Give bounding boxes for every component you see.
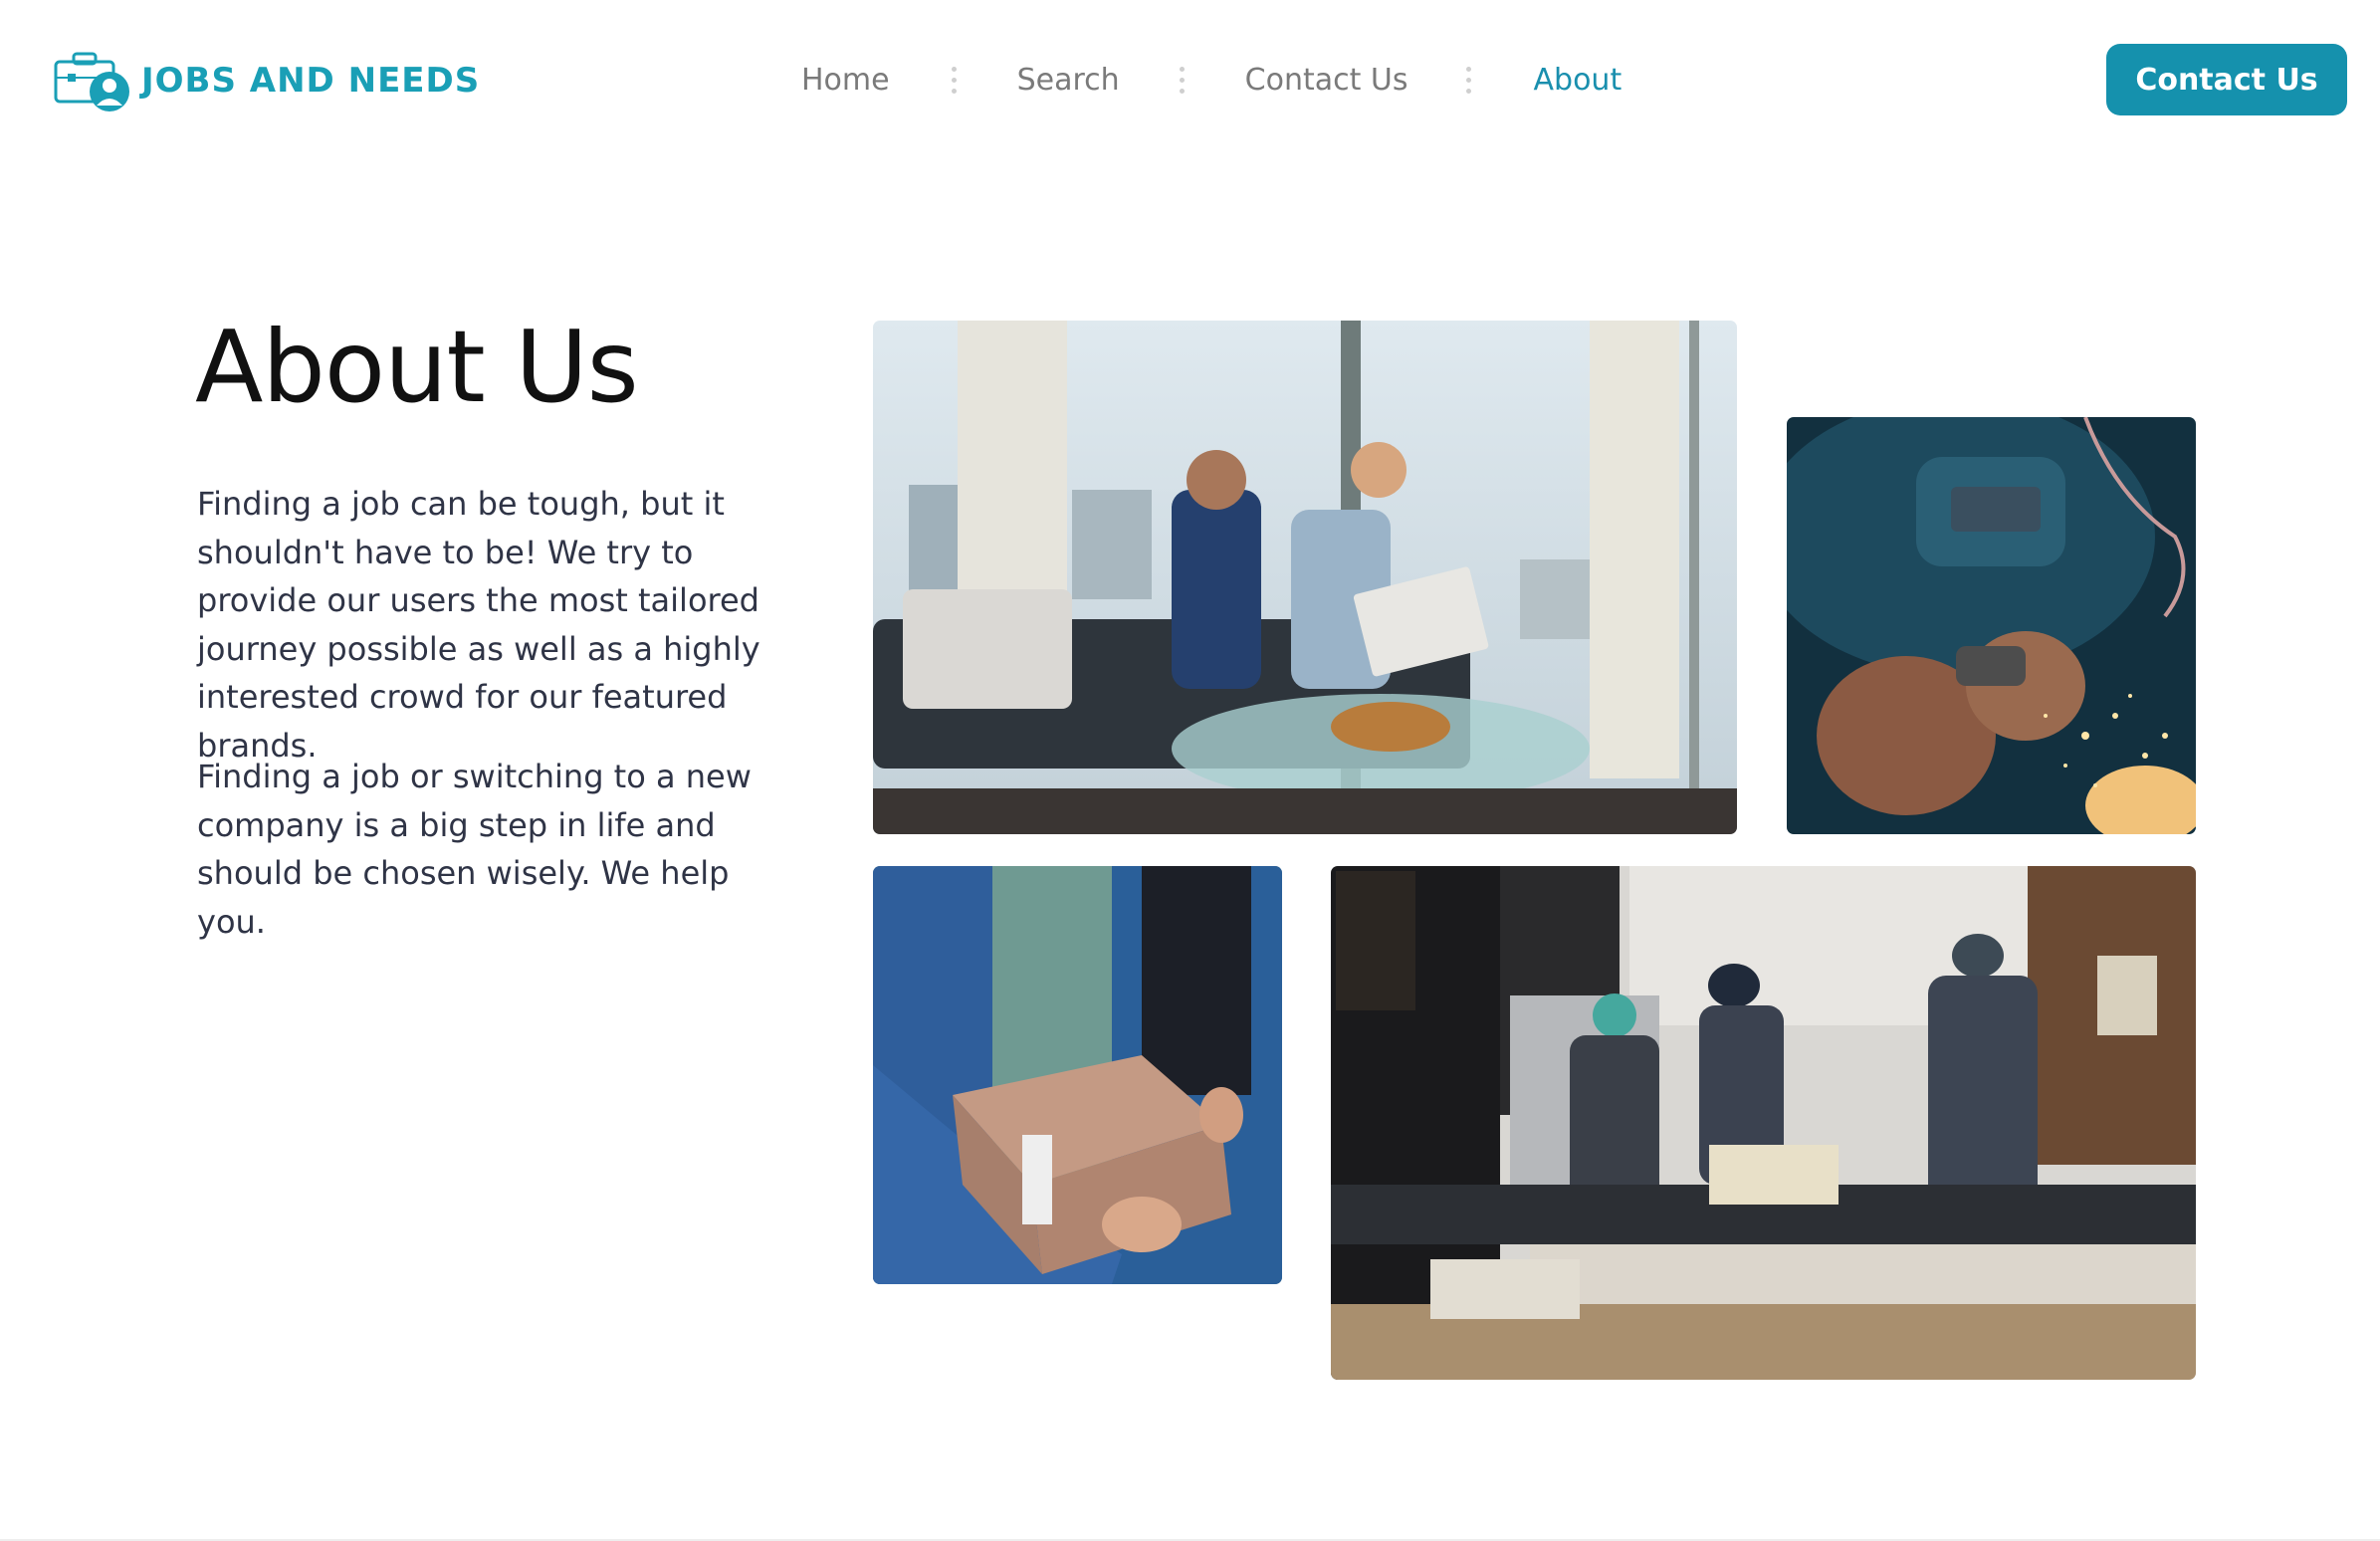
page-title: About Us	[195, 309, 639, 425]
brand-logo[interactable]: JOBS AND NEEDS	[52, 46, 480, 115]
about-paragraph: Finding a job can be tough, but it shoul…	[197, 485, 760, 765]
restaurant-kitchen-photo	[1331, 866, 2196, 1380]
briefcase-person-icon	[54, 52, 129, 111]
welder-photo	[1787, 417, 2196, 834]
contact-us-button[interactable]: Contact Us	[2106, 44, 2347, 115]
nav-about[interactable]: About	[1534, 63, 1623, 98]
nav-contact-us[interactable]: Contact Us	[1245, 63, 1408, 98]
about-paragraph: Finding a job or switching to a new comp…	[197, 758, 752, 941]
nav-divider	[1465, 66, 1472, 94]
brand-name: JOBS AND NEEDS	[141, 61, 481, 101]
package-delivery-photo	[873, 866, 1282, 1284]
nav-search[interactable]: Search	[1017, 63, 1120, 98]
nav-divider	[1179, 66, 1186, 94]
office-meeting-photo	[873, 321, 1737, 834]
nav-home[interactable]: Home	[801, 63, 890, 98]
nav-divider	[951, 66, 958, 94]
main-nav: Home Search Contact Us About	[801, 52, 1622, 108]
